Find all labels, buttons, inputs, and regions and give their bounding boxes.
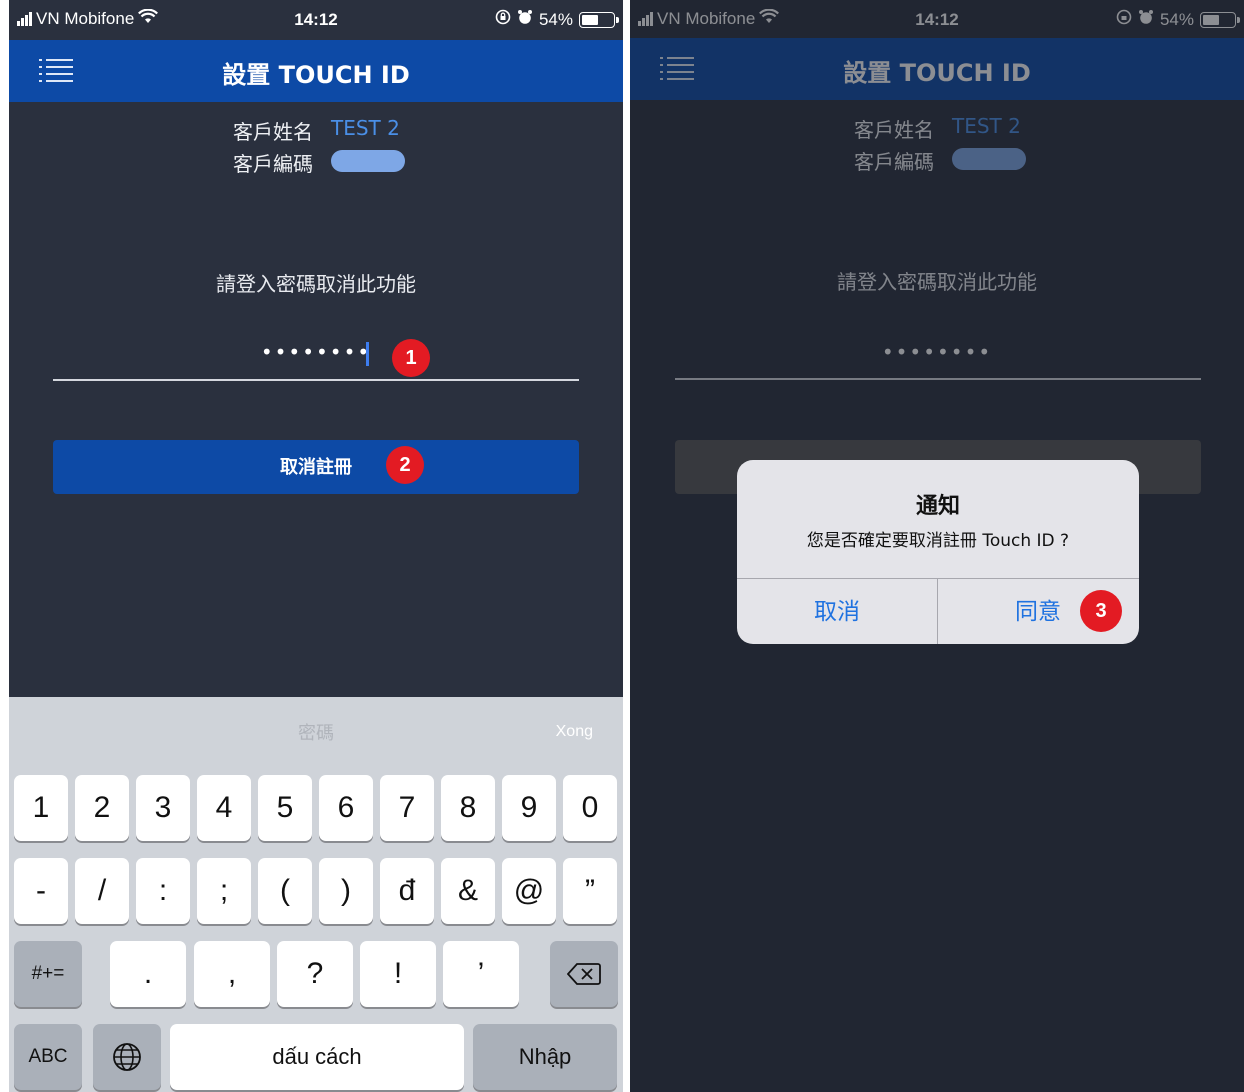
page-title: 設置 TOUCH ID: [843, 59, 1031, 87]
customer-name-label: 客戶姓名: [854, 118, 934, 142]
space-key[interactable]: dấu cách: [170, 1024, 464, 1090]
battery-icon: [579, 11, 619, 28]
orientation-lock-icon: [1116, 9, 1132, 30]
app-header: 設置 TOUCH ID: [630, 38, 1244, 100]
customer-id-label: 客戶編碼: [854, 150, 934, 174]
password-input: ••••••••: [881, 340, 993, 364]
key[interactable]: 5: [258, 775, 312, 841]
customer-name-value: TEST 2: [331, 116, 400, 140]
text-cursor: [366, 342, 369, 366]
battery-percent: 54%: [1159, 9, 1194, 29]
key[interactable]: 0: [563, 775, 617, 841]
page-title: 設置 TOUCH ID: [222, 61, 410, 89]
key[interactable]: ,: [194, 941, 270, 1007]
key[interactable]: !: [360, 941, 436, 1007]
step-badge-1: 1: [392, 339, 430, 377]
password-prompt: 請登入密碼取消此功能: [837, 270, 1037, 294]
dialog-message: 您是否確定要取消註冊 Touch ID ?: [806, 531, 1070, 551]
key[interactable]: 4: [197, 775, 251, 841]
orientation-lock-icon: [495, 9, 511, 30]
key[interactable]: ”: [563, 858, 617, 924]
return-key[interactable]: Nhập: [473, 1024, 617, 1090]
key[interactable]: @: [502, 858, 556, 924]
customer-name-value: TEST 2: [952, 114, 1021, 138]
key[interactable]: -: [14, 858, 68, 924]
battery-icon: [1200, 11, 1240, 28]
customer-id-redacted: [331, 150, 405, 172]
password-input[interactable]: ••••••••: [9, 340, 623, 364]
key[interactable]: ): [319, 858, 373, 924]
dialog-cancel-button[interactable]: 取消: [737, 579, 937, 644]
input-underline: [53, 379, 579, 381]
status-bar: VN Mobifone 14:12 54%: [630, 0, 1244, 40]
screen-confirm-dialog: VN Mobifone 14:12 54% 設置 TOUCH ID 客戶姓名 T…: [630, 0, 1244, 1092]
key[interactable]: 3: [136, 775, 190, 841]
unregister-button[interactable]: 取消註冊: [53, 440, 579, 494]
backspace-key[interactable]: [550, 941, 618, 1007]
dialog-title: 通知: [915, 494, 960, 519]
battery-percent: 54%: [538, 9, 573, 29]
alarm-icon: [1138, 9, 1154, 30]
app-header: 設置 TOUCH ID: [9, 40, 623, 102]
key[interactable]: đ: [380, 858, 434, 924]
customer-id-label: 客戶編碼: [233, 152, 313, 176]
key[interactable]: ;: [197, 858, 251, 924]
globe-key[interactable]: [93, 1024, 161, 1090]
key[interactable]: 6: [319, 775, 373, 841]
customer-id-redacted: [952, 148, 1026, 170]
password-prompt: 請登入密碼取消此功能: [216, 272, 416, 296]
key[interactable]: ?: [277, 941, 353, 1007]
input-underline: [675, 378, 1201, 380]
backspace-icon: [566, 963, 601, 985]
step-badge-3: 3: [1080, 590, 1122, 632]
key[interactable]: &: [441, 858, 495, 924]
step-badge-2: 2: [386, 446, 424, 484]
key[interactable]: 9: [502, 775, 556, 841]
confirm-dialog: 通知 您是否確定要取消註冊 Touch ID ? 取消 同意: [737, 460, 1139, 644]
keyboard-toolbar: 密碼 Xong: [9, 697, 623, 765]
customer-name-label: 客戶姓名: [233, 120, 313, 144]
key[interactable]: 1: [14, 775, 68, 841]
key[interactable]: (: [258, 858, 312, 924]
globe-icon: [113, 1043, 141, 1071]
key[interactable]: :: [136, 858, 190, 924]
symbols-key[interactable]: #+=: [14, 941, 82, 1007]
screen-password-entry: VN Mobifone 14:12 54% 設置 TOUCH ID 客戶姓名 T…: [9, 0, 623, 1092]
abc-key[interactable]: ABC: [14, 1024, 82, 1090]
status-bar: VN Mobifone 14:12 54%: [9, 0, 623, 40]
key[interactable]: 8: [441, 775, 495, 841]
keyboard-done-button[interactable]: Xong: [556, 723, 593, 741]
key[interactable]: /: [75, 858, 129, 924]
alarm-icon: [517, 9, 533, 30]
key[interactable]: .: [110, 941, 186, 1007]
keyboard-field-hint: 密碼: [298, 723, 334, 744]
key[interactable]: 2: [75, 775, 129, 841]
key[interactable]: ’: [443, 941, 519, 1007]
key[interactable]: 7: [380, 775, 434, 841]
numeric-keyboard: 密碼 Xong 1 2 3 4 5 6 7 8 9 0 - / : ; ( ) …: [9, 697, 623, 1092]
